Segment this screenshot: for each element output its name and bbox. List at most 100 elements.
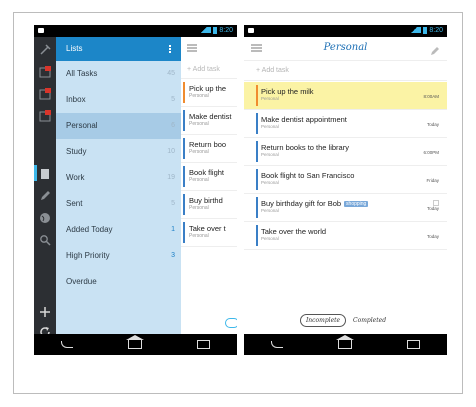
task-list-name: Personal	[189, 233, 209, 239]
nav-bar	[34, 334, 237, 355]
add-task-input[interactable]: + Add task	[244, 61, 447, 81]
clock: 8:20	[429, 27, 443, 34]
task-due: 6:00PM	[423, 150, 439, 155]
list-item-label: Work	[66, 173, 85, 182]
segment-pill[interactable]	[225, 318, 237, 328]
list-item-all-tasks[interactable]: All Tasks 45	[56, 61, 181, 87]
task-row[interactable]: Pick up the Personal	[181, 79, 237, 107]
list-item-overdue[interactable]: Overdue	[56, 269, 181, 295]
back-icon[interactable]	[271, 341, 284, 348]
segment-incomplete[interactable]: Incomplete	[299, 314, 347, 327]
menu-icon[interactable]	[187, 44, 197, 46]
task-row[interactable]: Return books to the library Personal 6:0…	[244, 138, 447, 166]
back-icon[interactable]	[61, 341, 74, 348]
task-row[interactable]: Make dentist appointment Personal Today	[244, 110, 447, 138]
task-list-name: Personal	[189, 205, 209, 211]
list-item-label: Study	[66, 147, 87, 156]
list-item-study[interactable]: Study 10	[56, 139, 181, 165]
priority-bar	[256, 141, 258, 162]
task-row[interactable]: Buy birthday gift for Bob shopping Person…	[244, 194, 447, 222]
home-icon[interactable]	[335, 335, 354, 349]
task-row[interactable]: Buy birthd Personal	[181, 191, 237, 219]
task-list-name: Personal	[189, 93, 209, 99]
list-item-high-priority[interactable]: High Priority 3	[56, 243, 181, 269]
list-item-count: 6	[171, 122, 175, 129]
completion-segment: Incomplete Completed	[244, 314, 447, 327]
task-list-name: Personal	[261, 96, 279, 101]
list-item-work[interactable]: Work 19	[56, 165, 181, 191]
list-item-count: 10	[167, 148, 175, 155]
task-tag[interactable]: shopping	[344, 201, 369, 208]
task-due: 8:00AM	[423, 94, 439, 99]
rail-selection-indicator	[34, 165, 37, 181]
task-row[interactable]: Take over the world Personal Today	[244, 222, 447, 250]
signal-icon	[407, 27, 422, 34]
segment-completed[interactable]: Completed	[348, 315, 391, 326]
priority-bar	[183, 110, 185, 131]
task-row[interactable]: Pick up the milk Personal 8:00AM	[244, 82, 447, 110]
priority-bar	[256, 225, 258, 246]
task-list-name: Personal	[189, 149, 209, 155]
search-icon[interactable]	[39, 233, 51, 246]
recent-apps-icon[interactable]	[196, 340, 210, 349]
task-list-name: Personal	[261, 152, 279, 157]
task-title: Take over the world	[261, 227, 327, 236]
task-due: Friday	[426, 178, 439, 183]
task-row[interactable]: Book flight to San Francisco Personal Fr…	[244, 166, 447, 194]
priority-bar	[183, 82, 185, 103]
nav-bar	[244, 334, 447, 355]
task-title: Buy birthd	[189, 196, 223, 205]
task-row[interactable]: Return boo Personal	[181, 135, 237, 163]
task-row[interactable]: Make dentist Personal	[181, 107, 237, 135]
list-item-count: 5	[171, 200, 175, 207]
signal-icon	[197, 27, 212, 34]
edit-icon[interactable]	[430, 43, 440, 55]
task-title: Book flight	[189, 168, 225, 177]
battery-icon	[423, 26, 428, 34]
task-title: Make dentist	[189, 112, 232, 121]
home-icon[interactable]	[125, 335, 144, 349]
tools-icon[interactable]	[39, 43, 51, 55]
task-list-peek: + Add task Pick up the Personal Make dent…	[181, 37, 237, 334]
icon-rail	[34, 37, 56, 337]
notification-icon	[248, 28, 254, 33]
list-item-label: Overdue	[66, 277, 97, 286]
overflow-menu-icon[interactable]	[169, 45, 171, 53]
task-row[interactable]: Book flight Personal	[181, 163, 237, 191]
recent-apps-icon[interactable]	[406, 340, 420, 349]
priority-bar	[256, 113, 258, 134]
status-bar: 8:20	[244, 25, 447, 37]
list-item-count: 19	[167, 174, 175, 181]
add-icon[interactable]	[39, 305, 51, 317]
priority-bar	[256, 169, 258, 190]
lists-header: Lists	[56, 37, 181, 61]
list-item-sent[interactable]: Sent 5	[56, 191, 181, 217]
task-title: Return boo	[189, 140, 227, 149]
pencil-icon[interactable]	[39, 189, 51, 201]
list-icon[interactable]	[39, 167, 51, 179]
priority-bar	[183, 222, 185, 243]
list-item-count: 5	[171, 96, 175, 103]
list-item-count: 1	[171, 226, 175, 233]
task-row[interactable]: Take over t Personal	[181, 219, 237, 247]
list-item-label: Sent	[66, 199, 83, 208]
list-item-personal[interactable]: Personal 6	[56, 113, 181, 139]
add-task-input[interactable]: + Add task	[181, 61, 237, 79]
list-item-inbox[interactable]: Inbox 5	[56, 87, 181, 113]
task-list-name: Personal	[261, 180, 279, 185]
notification-icon	[38, 28, 44, 33]
task-title: Pick up the	[189, 84, 227, 93]
task-title: Buy birthday gift for Bob	[261, 199, 342, 208]
task-title-row: Buy birthday gift for Bob shopping	[261, 194, 447, 208]
task-due: Today	[426, 206, 439, 211]
list-item-label: High Priority	[66, 251, 110, 260]
priority-bar	[183, 194, 185, 215]
inbox-badge-icon[interactable]	[39, 87, 51, 100]
calendar-badge-icon[interactable]	[39, 65, 51, 78]
globe-icon[interactable]	[39, 211, 51, 223]
task-list-name: Personal	[189, 177, 209, 183]
task-title: Take over t	[189, 224, 226, 233]
task-title: Make dentist appointment	[261, 115, 347, 124]
list-item-added-today[interactable]: Added Today 1	[56, 217, 181, 243]
badge-icon[interactable]	[39, 109, 51, 122]
